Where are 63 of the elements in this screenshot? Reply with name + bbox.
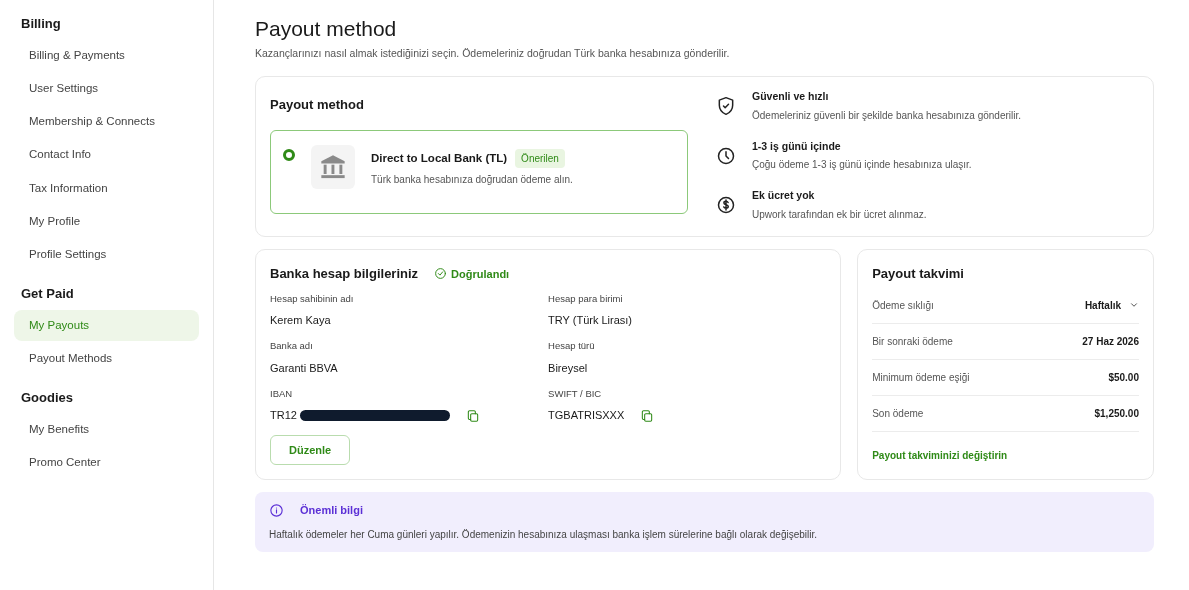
bank-icon xyxy=(311,145,355,190)
change-schedule-link[interactable]: Payout takviminizi değiştirin xyxy=(872,447,1008,463)
option-name: Direct to Local Bank (TL) xyxy=(371,151,508,167)
field-label: Hesap sahibinin adı xyxy=(270,291,355,306)
clock-icon xyxy=(716,145,736,166)
verified-status: Doğrulandı xyxy=(451,266,510,282)
page-title: Payout method xyxy=(255,16,398,42)
section-title: Payout method xyxy=(270,95,365,114)
copy-icon[interactable] xyxy=(640,408,655,423)
benefit-title: Güvenli ve hızlı xyxy=(752,88,830,104)
schedule-value: 27 Haz 2026 xyxy=(1082,334,1139,349)
schedule-label: Bir sonraki ödeme xyxy=(872,334,953,349)
dollar-icon xyxy=(716,195,736,216)
sidebar-item[interactable]: My Payouts xyxy=(14,309,199,341)
sidebar-item[interactable]: My Benefits xyxy=(14,413,199,445)
section-title: Payout takvimi xyxy=(872,265,965,284)
option-description: Türk banka hesabınıza doğrudan ödeme alın. xyxy=(371,173,573,188)
field-label: Hesap para birimi xyxy=(548,291,624,306)
field-value: Kerem Kaya xyxy=(270,312,331,328)
copy-icon[interactable] xyxy=(465,408,480,423)
recommended-badge: Önerilen xyxy=(515,149,565,169)
info-icon xyxy=(269,503,284,519)
sidebar-heading: Billing xyxy=(21,15,62,33)
sidebar-item[interactable]: Contact Info xyxy=(14,139,199,171)
shield-icon xyxy=(716,95,736,116)
field-value: Garanti BBVA xyxy=(270,360,338,376)
schedule-label: Ödeme sıklığı xyxy=(872,298,934,313)
notice-text: Haftalık ödemeler her Cuma günleri yapılır. Ödemenizin hesabınıza ulaşması banka işlem sürelerine bağlı olarak değişebilir. xyxy=(269,527,819,542)
benefit-description: Ödemeleriniz güvenli bir şekilde banka hesabınıza gönderilir. xyxy=(752,108,1022,123)
sidebar-heading: Goodies xyxy=(21,389,74,408)
benefit-title: 1-3 iş günü içinde xyxy=(752,138,842,154)
field-value: Bireysel xyxy=(548,360,588,376)
schedule-label: Minimum ödeme eşiği xyxy=(872,370,970,385)
benefit-title: Ek ücret yok xyxy=(752,188,816,204)
sidebar-item[interactable]: Billing & Payments xyxy=(14,39,199,71)
sidebar-item[interactable]: Membership & Connects xyxy=(14,106,199,138)
sidebar-item[interactable]: Tax Information xyxy=(14,172,199,204)
sidebar-item[interactable]: User Settings xyxy=(14,72,199,104)
section-title: Banka hesap bilgileriniz xyxy=(270,265,419,284)
field-value: TGBATRISXXX xyxy=(548,408,625,424)
schedule-value: $50.00 xyxy=(1108,370,1139,385)
radio-button[interactable] xyxy=(283,149,295,162)
benefit-description: Upwork tarafından ek bir ücret alınmaz. xyxy=(752,208,927,223)
sidebar-item[interactable]: Promo Center xyxy=(14,447,199,479)
schedule-value: $1,250.00 xyxy=(1094,406,1139,421)
field-value: TR12 xyxy=(270,408,297,424)
benefit-description: Çoğu ödeme 1-3 iş günü içinde hesabınıza ulaşır. xyxy=(752,158,972,173)
page-subtitle: Kazançlarınızı nasıl almak istediğinizi seçin. Ödemeleriniz doğrudan Türk banka hesabınıza gönderilir. xyxy=(255,46,731,62)
sidebar-item[interactable]: Payout Methods xyxy=(14,343,199,375)
edit-button[interactable]: Düzenle xyxy=(270,434,351,466)
field-label: IBAN xyxy=(270,387,294,402)
sidebar-heading: Get Paid xyxy=(21,285,75,304)
field-label: Hesap türü xyxy=(548,339,596,354)
payout-option[interactable]: Direct to Local Bank (TL) Önerilen Türk banka hesabınıza doğrudan ödeme alın. xyxy=(270,130,688,215)
schedule-label: Son ödeme xyxy=(872,406,924,421)
field-label: Banka adı xyxy=(270,339,314,354)
sidebar-item[interactable]: My Profile xyxy=(14,205,199,237)
field-label: SWIFT / BIC xyxy=(548,387,603,402)
frequency-dropdown[interactable]: Haftalık xyxy=(1084,297,1139,313)
check-circle-icon xyxy=(434,267,448,281)
sidebar-item[interactable]: Profile Settings xyxy=(14,239,199,271)
field-value: TRY (Türk Lirası) xyxy=(548,312,633,328)
notice-title: Önemli bilgi xyxy=(300,503,363,519)
